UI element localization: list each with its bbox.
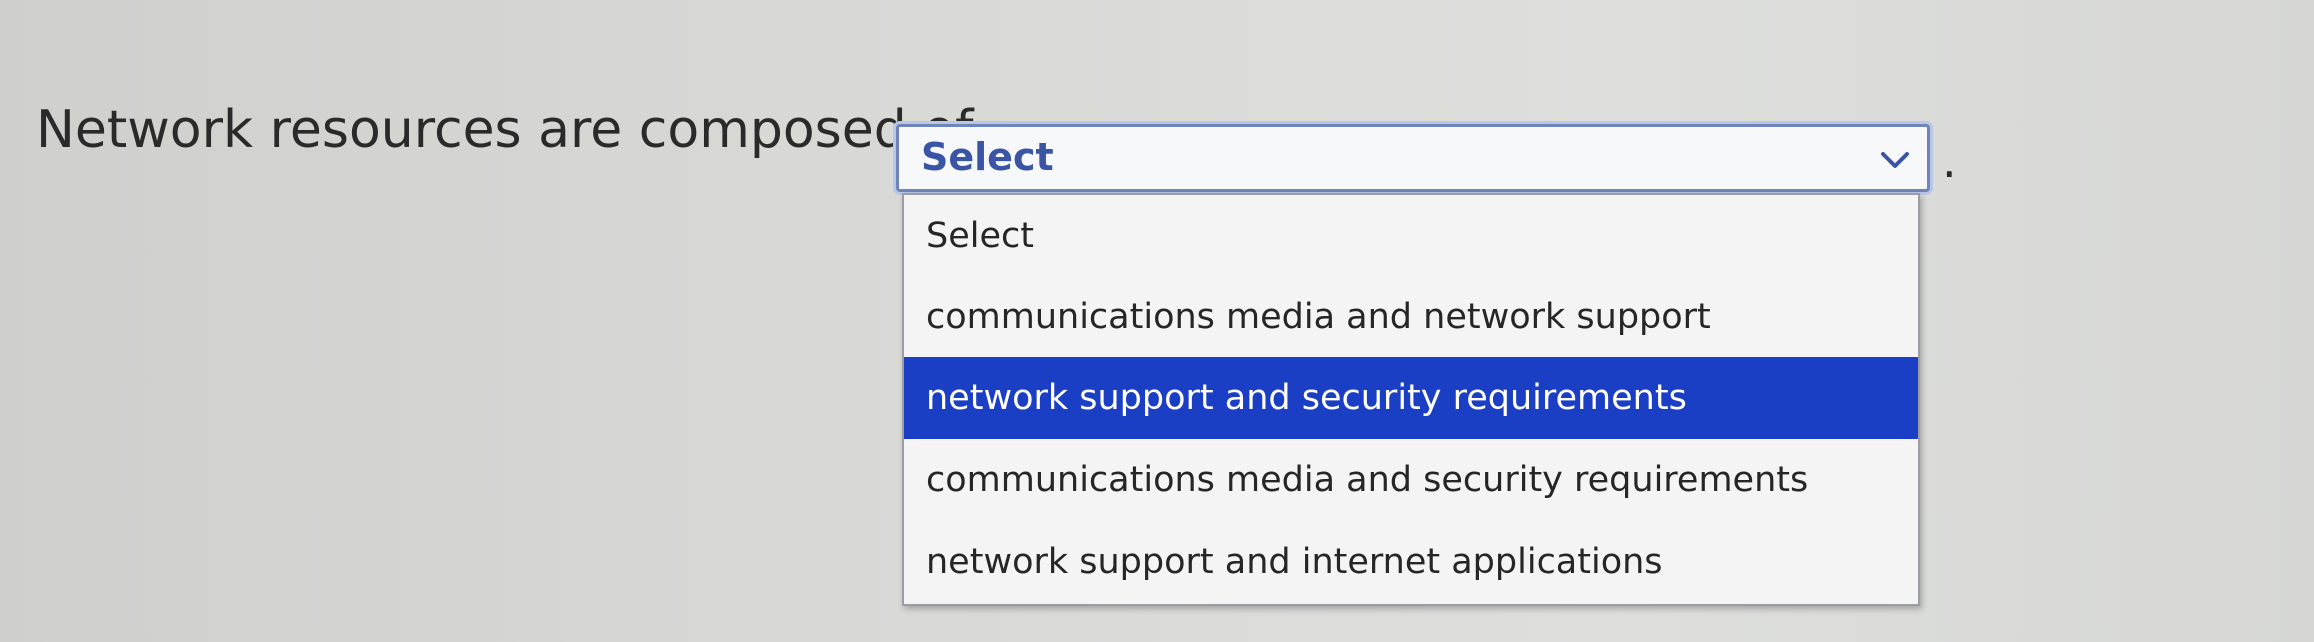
chevron-down-icon[interactable] [1877, 145, 1913, 175]
option-communications-media-and-network-support[interactable]: communications media and network support [904, 277, 1918, 357]
quiz-question: Network resources are composed of Select… [0, 0, 2314, 642]
option-network-support-and-security-requirements[interactable]: network support and security requirement… [904, 357, 1918, 439]
option-network-support-and-internet-applications[interactable]: network support and internet application… [904, 521, 1918, 603]
question-prefix: Network resources are composed of [36, 100, 974, 160]
select-current-value: Select [921, 135, 1054, 179]
answer-select[interactable]: Select [896, 124, 1930, 192]
option-select[interactable]: Select [904, 195, 1918, 277]
sentence-period: . [1942, 134, 1957, 188]
select-dropdown-list: Select communications media and network … [902, 193, 1920, 606]
option-communications-media-and-security-requirements[interactable]: communications media and security requir… [904, 439, 1918, 521]
